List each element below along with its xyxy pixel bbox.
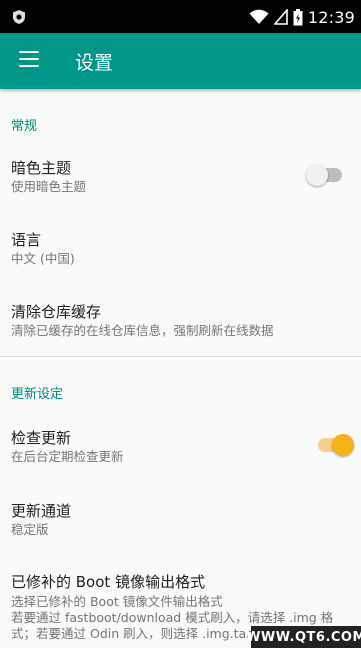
battery-icon	[293, 8, 303, 25]
pref-summary: 使用暗色主题	[11, 179, 87, 194]
check-updates-switch[interactable]	[316, 434, 354, 456]
pref-summary: 中文 (中国)	[11, 251, 75, 266]
pref-title: 暗色主题	[11, 159, 72, 177]
signal-icon	[273, 9, 288, 25]
pref-title: 检查更新	[11, 429, 72, 447]
status-bar: 12:39	[0, 0, 361, 33]
pref-summary-line: 选择已修补的 Boot 镜像文件输出格式	[11, 594, 223, 609]
page-title: 设置	[75, 52, 114, 74]
status-time: 12:39	[307, 7, 355, 27]
pref-dark-theme[interactable]: 暗色主题 使用暗色主题	[0, 145, 361, 203]
pref-update-channel[interactable]: 更新通道 稳定版	[0, 488, 361, 546]
wifi-icon	[249, 9, 269, 24]
pref-title: 语言	[11, 231, 42, 249]
section-divider	[0, 356, 361, 357]
pref-clear-repo-cache[interactable]: 清除仓库缓存 清除已缓存的在线仓库信息，强制刷新在线数据	[0, 289, 361, 347]
section-header-update: 更新设定	[11, 387, 64, 402]
pref-summary-line: 式；若要通过 Odin 刷入，则选择 .img.tar 格式	[11, 626, 281, 641]
android-debug-icon	[13, 10, 25, 24]
pref-summary-line: 若要通过 fastboot/download 模式刷入，请选择 .img 格	[11, 610, 334, 625]
pref-summary: 稳定版	[11, 522, 49, 537]
pref-summary: 在后台定期检查更新	[11, 449, 124, 464]
pref-language[interactable]: 语言 中文 (中国)	[0, 217, 361, 275]
hamburger-menu-icon[interactable]	[19, 51, 39, 71]
pref-title: 清除仓库缓存	[11, 303, 102, 321]
section-header-general: 常规	[11, 119, 38, 134]
dark-theme-switch[interactable]	[306, 164, 344, 186]
pref-summary: 清除已缓存的在线仓库信息，强制刷新在线数据	[11, 323, 274, 338]
app-bar: 设置	[0, 33, 361, 89]
watermark-logo: WWW.QT6.COM	[246, 626, 361, 648]
pref-title: 已修补的 Boot 镜像输出格式	[11, 573, 206, 591]
pref-title: 更新通道	[11, 502, 72, 520]
pref-check-updates[interactable]: 检查更新 在后台定期检查更新	[0, 415, 361, 473]
